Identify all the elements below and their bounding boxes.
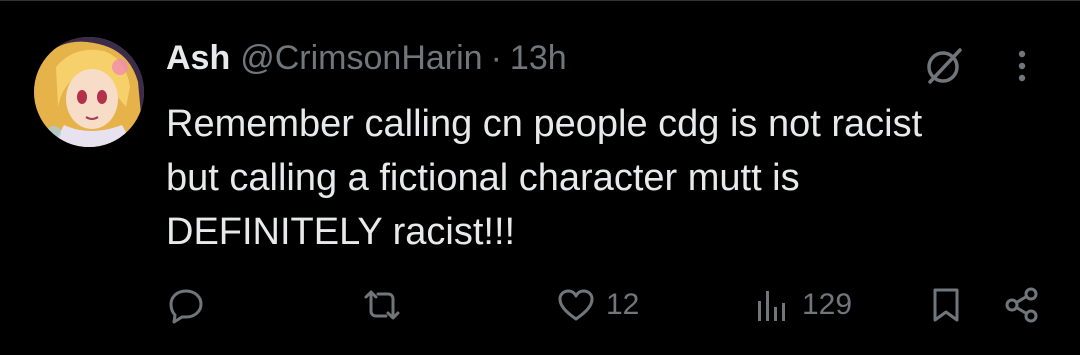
avatar[interactable] [34, 37, 144, 147]
author-handle[interactable]: @CrimsonHarin [240, 39, 482, 78]
bar-chart-icon [752, 285, 792, 325]
heart-icon [556, 285, 596, 325]
like-button[interactable]: 12 [556, 283, 639, 327]
repost-icon [360, 285, 404, 325]
share-icon [1002, 285, 1042, 325]
bookmark-button[interactable] [926, 283, 966, 327]
grok-icon[interactable] [922, 44, 966, 88]
repost-button[interactable] [360, 283, 404, 327]
like-count: 12 [606, 288, 640, 321]
reply-icon [166, 285, 206, 325]
views-button[interactable]: 129 [752, 283, 852, 327]
tweet-text-line: Remember calling cn people cdg is not ra… [166, 103, 923, 145]
tweet-header: Ash @CrimsonHarin · 13h [166, 39, 567, 89]
post-timestamp[interactable]: 13h [510, 39, 567, 78]
author-name[interactable]: Ash [166, 39, 230, 78]
avatar-image [34, 37, 144, 147]
views-count: 129 [802, 288, 853, 321]
share-button[interactable] [1002, 283, 1042, 327]
bookmark-icon [926, 285, 966, 325]
tweet-card[interactable]: Ash @CrimsonHarin · 13h Remember calling… [0, 0, 1080, 355]
tweet-text: Remember calling cn people cdg is not ra… [166, 97, 1046, 259]
tweet-text-line: DEFINITELY racist!!! [166, 211, 516, 253]
reply-button[interactable] [166, 283, 206, 327]
tweet-text-line: but calling a fictional character mutt i… [166, 157, 800, 199]
header-separator: · [490, 39, 502, 77]
more-vertical-icon[interactable] [1004, 44, 1040, 88]
